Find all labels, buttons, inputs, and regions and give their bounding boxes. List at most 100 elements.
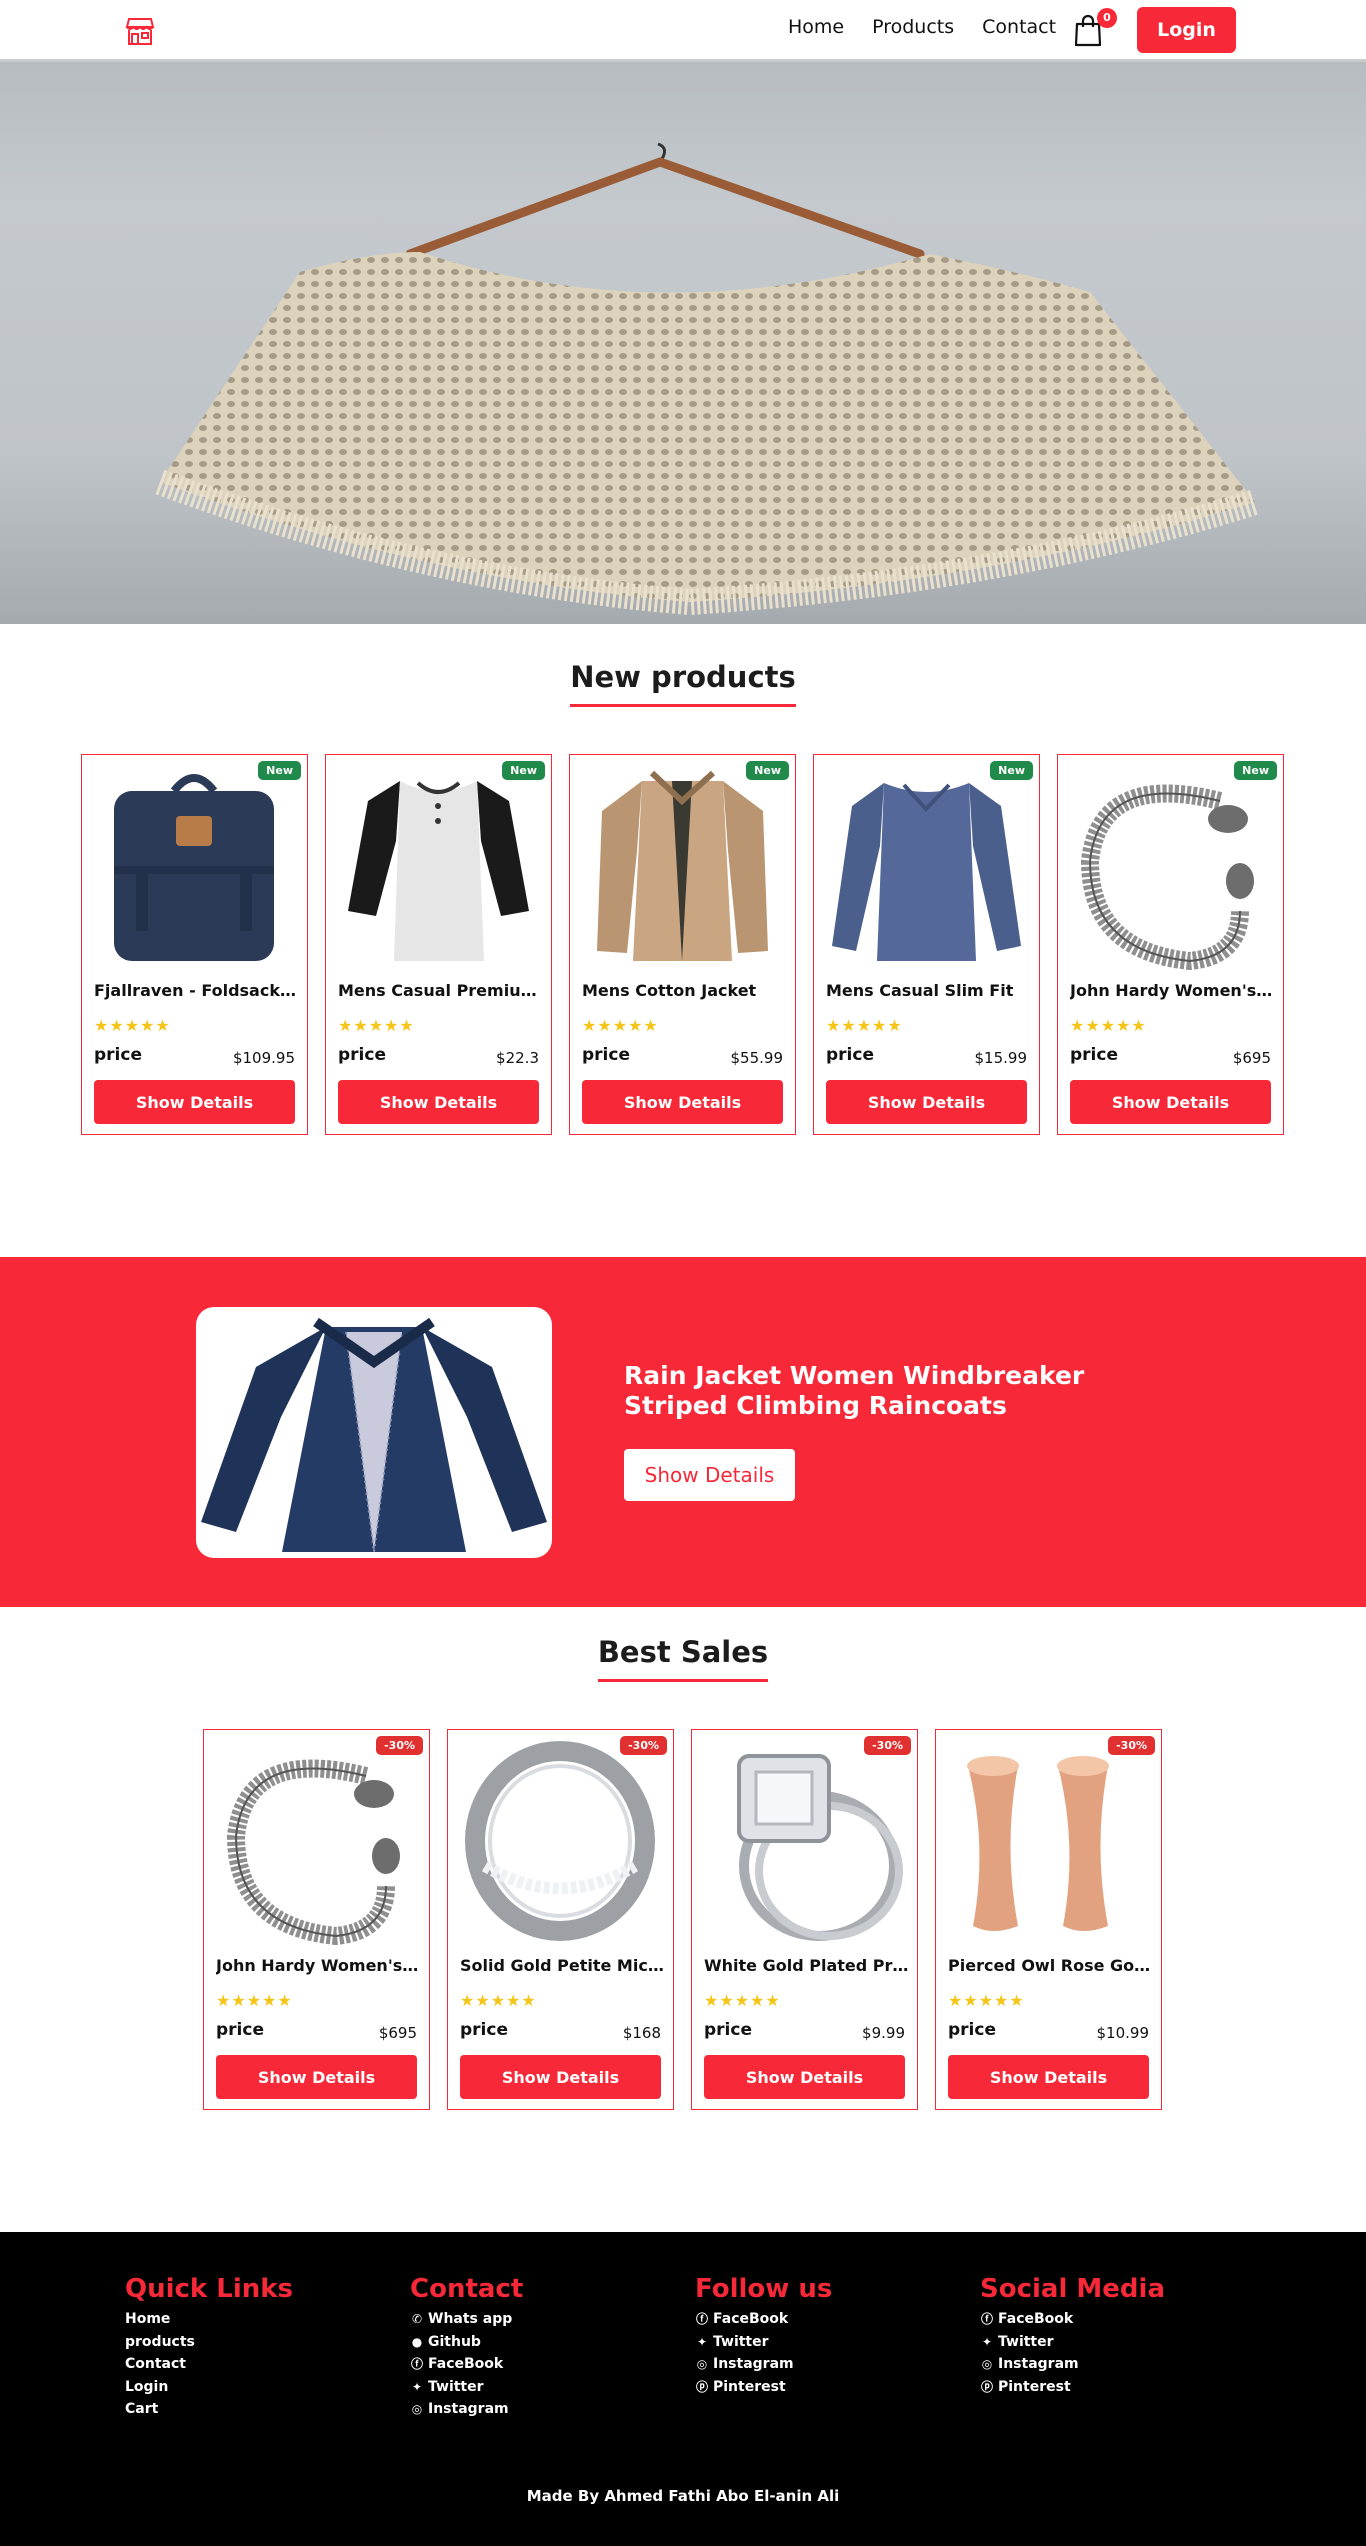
promo-image — [196, 1307, 552, 1558]
product-title[interactable]: Solid Gold Petite Micropave — [460, 1956, 665, 1975]
product-card[interactable]: New Mens Casual Premium Slim Fit T-Shirt… — [325, 754, 552, 1135]
product-title[interactable]: John Hardy Women's Legends Naga Gold & S… — [1070, 981, 1275, 1000]
footer-link-instagram[interactable]: ◎ Instagram — [980, 2353, 1165, 2376]
instagram-icon: ◎ — [696, 2357, 708, 2371]
product-title[interactable]: Mens Cotton Jacket — [582, 981, 787, 1000]
show-details-button[interactable]: Show Details — [216, 2055, 417, 2099]
product-title[interactable]: Mens Casual Premium Slim Fit T-Shirts — [338, 981, 543, 1000]
show-details-button[interactable]: Show Details — [704, 2055, 905, 2099]
footer-link-facebook[interactable]: ⓕ FaceBook — [410, 2353, 523, 2376]
long-sleeve-shirt-image — [832, 783, 1021, 961]
footer-contact: Contact ✆ Whats app ● Github ⓕ FaceBook ✦ Tw… — [410, 2274, 523, 2421]
show-details-button[interactable]: Show Details — [582, 1080, 783, 1124]
product-price: $15.99 — [974, 1049, 1028, 1067]
bracelet-image — [226, 1759, 400, 1946]
nav-link-home[interactable]: Home — [788, 16, 844, 38]
product-price: $109.95 — [232, 1049, 295, 1067]
product-card[interactable]: New John Hardy Women's Legends Naga Gold… — [1057, 754, 1284, 1135]
hero-banner — [0, 62, 1366, 624]
store-icon[interactable] — [124, 16, 156, 46]
whatsapp-icon: ✆ — [411, 2312, 423, 2326]
promo-show-details-button[interactable]: Show Details — [624, 1449, 795, 1501]
product-card[interactable]: -30% White Gold Plated Princess ★★★★★ pr… — [691, 1729, 918, 2110]
footer-link-pinterest[interactable]: ⓟ Pinterest — [980, 2376, 1165, 2399]
product-card[interactable]: New Mens Cotton Jacket ★★★★★ price $55.9… — [569, 754, 796, 1135]
footer-heading: Follow us — [695, 2274, 833, 2304]
bracelet-image — [1080, 784, 1254, 971]
rain-jacket-image — [201, 1317, 547, 1553]
price-label: price — [582, 1045, 630, 1065]
product-price: $9.99 — [862, 2024, 905, 2042]
navbar: Home Products Contact 0 Login — [0, 0, 1366, 62]
facebook-icon: ⓕ — [695, 2312, 708, 2326]
cotton-jacket-image — [597, 770, 768, 961]
show-details-button[interactable]: Show Details — [948, 2055, 1149, 2099]
show-details-button[interactable]: Show Details — [826, 1080, 1027, 1124]
footer-credit: Made By Ahmed Fathi Abo El-anin Ali — [526, 2487, 840, 2505]
show-details-button[interactable]: Show Details — [338, 1080, 539, 1124]
product-price: $22.3 — [496, 1049, 539, 1067]
price-label: price — [826, 1045, 874, 1065]
product-title[interactable]: John Hardy Women's Legends Naga Gold & S… — [216, 1956, 421, 1975]
rating-stars: ★★★★★ — [826, 1016, 903, 1035]
product-price: $10.99 — [1096, 2024, 1150, 2042]
pinterest-icon: ⓟ — [980, 2379, 993, 2394]
footer-link-instagram[interactable]: ◎ Instagram — [695, 2353, 832, 2376]
nav-links: Home Products Contact — [788, 16, 1056, 38]
product-title[interactable]: White Gold Plated Princess — [704, 1956, 909, 1975]
footer-link-facebook[interactable]: ⓕ FaceBook — [980, 2308, 1165, 2331]
pinterest-icon: ⓟ — [695, 2379, 708, 2394]
product-card[interactable]: -30% John Hardy Women's Legends Naga Gol… — [203, 1729, 430, 2110]
footer-social-media: Social Media ⓕ FaceBook ✦ Twitter ◎ Instagr… — [980, 2274, 1165, 2398]
product-card[interactable]: -30% Solid Gold Petite Micropave ★★★★★ p… — [447, 1729, 674, 2110]
footer-quick-links: Quick Links Home products Contact Login … — [125, 2274, 293, 2421]
princess-ring-image — [737, 1754, 903, 1941]
best-sales-grid: -30% John Hardy Women's Legends Naga Gol… — [203, 1729, 1162, 2110]
price-label: price — [94, 1045, 142, 1065]
footer-link-pinterest[interactable]: ⓟ Pinterest — [695, 2376, 832, 2399]
show-details-button[interactable]: Show Details — [460, 2055, 661, 2099]
footer-link-instagram[interactable]: ◎ Instagram — [410, 2398, 523, 2421]
footer-link-twitter[interactable]: ✦ Twitter — [695, 2331, 832, 2354]
footer-link-home[interactable]: Home — [125, 2308, 293, 2331]
price-label: price — [1070, 1045, 1118, 1065]
product-title[interactable]: Mens Casual Slim Fit — [826, 981, 1031, 1000]
footer-link-twitter[interactable]: ✦ Twitter — [410, 2376, 523, 2399]
footer-link-contact[interactable]: Contact — [125, 2353, 293, 2376]
product-price: $168 — [622, 2024, 661, 2042]
product-card[interactable]: New Mens Casual Slim Fit ★★★★★ price $15… — [813, 754, 1040, 1135]
show-details-button[interactable]: Show Details — [94, 1080, 295, 1124]
price-label: price — [948, 2020, 996, 2040]
footer-heading: Social Media — [980, 2274, 1165, 2304]
nav-link-contact[interactable]: Contact — [982, 16, 1056, 38]
instagram-icon: ◎ — [411, 2402, 423, 2416]
footer-link-github[interactable]: ● Github — [410, 2331, 523, 2354]
product-card[interactable]: -30% Pierced Owl Rose Gold Plated Stainl… — [935, 1729, 1162, 2110]
nav-link-products[interactable]: Products — [872, 16, 954, 38]
facebook-icon: ⓕ — [980, 2312, 993, 2326]
twitter-icon: ✦ — [696, 2334, 708, 2349]
promo-banner: Rain Jacket Women Windbreaker Striped Cl… — [0, 1257, 1366, 1607]
login-button[interactable]: Login — [1137, 7, 1236, 53]
rating-stars: ★★★★★ — [1070, 1016, 1147, 1035]
footer-heading: Contact — [410, 2274, 524, 2304]
footer-link-cart[interactable]: Cart — [125, 2398, 293, 2421]
product-price: $695 — [1232, 1049, 1271, 1067]
footer-link-whatsapp[interactable]: ✆ Whats app — [410, 2308, 523, 2331]
product-price: $55.99 — [730, 1049, 784, 1067]
price-label: price — [704, 2020, 752, 2040]
cart-count-badge: 0 — [1097, 8, 1117, 28]
instagram-icon: ◎ — [981, 2357, 993, 2371]
product-card[interactable]: New Fjallraven - Foldsack No. 1 Backpack… — [81, 754, 308, 1135]
footer-link-login[interactable]: Login — [125, 2376, 293, 2399]
price-label: price — [216, 2020, 264, 2040]
footer-link-twitter[interactable]: ✦ Twitter — [980, 2331, 1165, 2354]
footer-link-facebook[interactable]: ⓕ FaceBook — [695, 2308, 832, 2331]
footer-link-products[interactable]: products — [125, 2331, 293, 2354]
rating-stars: ★★★★★ — [216, 1991, 293, 2010]
product-title[interactable]: Pierced Owl Rose Gold Plated Stainless S… — [948, 1956, 1153, 1975]
best-sales-heading: Best Sales — [0, 1635, 1366, 1682]
rating-stars: ★★★★★ — [460, 1991, 537, 2010]
show-details-button[interactable]: Show Details — [1070, 1080, 1271, 1124]
product-title[interactable]: Fjallraven - Foldsack No. 1 Backpack, Fi… — [94, 981, 299, 1000]
